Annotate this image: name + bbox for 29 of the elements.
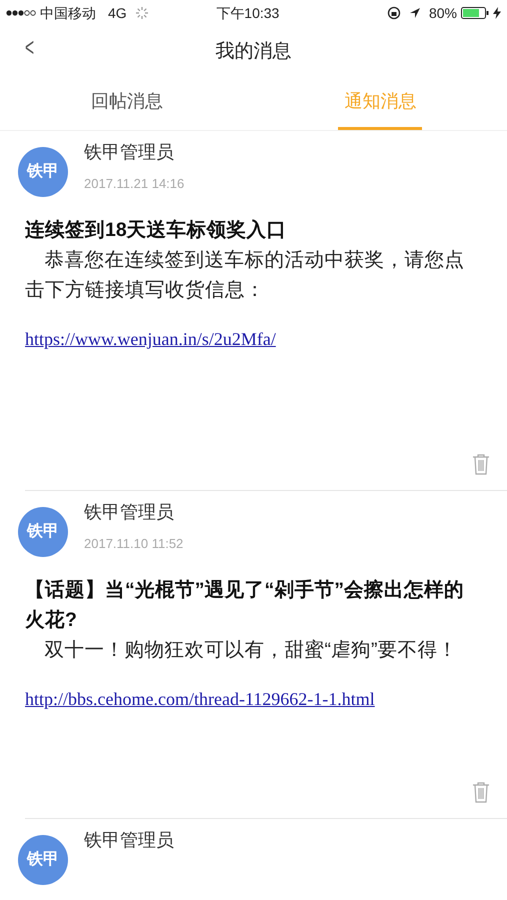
- carrier-name: 中国移动: [40, 4, 96, 22]
- message-link[interactable]: https://www.wenjuan.in/s/2u2Mfa/: [25, 326, 276, 353]
- battery-icon: [461, 7, 489, 19]
- sender-name: 铁甲管理员: [84, 501, 175, 524]
- message-body: 恭喜您在连续签到送车标的活动中获奖，请您点击下方链接填写收货信息：: [25, 248, 466, 303]
- charging-icon: [493, 7, 501, 19]
- status-time: 下午10:33: [216, 4, 280, 20]
- rotation-lock-icon: [386, 6, 401, 20]
- tab[interactable]: 回帖消息: [84, 78, 169, 130]
- message-body: 双十一！购物狂欢可以有，甜蜜“虐狗”要不得！: [44, 638, 458, 663]
- sender-name: 铁甲管理员: [84, 141, 175, 164]
- sender-name: 铁甲管理员: [84, 829, 174, 852]
- back-button[interactable]: <: [25, 34, 34, 60]
- message-date: 2017.11.21 14:16: [84, 175, 184, 193]
- avatar: 铁甲: [18, 835, 68, 885]
- trash-icon[interactable]: [471, 781, 491, 804]
- signal-icon: [6, 9, 36, 17]
- message-title: 连续签到18天送车标领奖入口: [25, 218, 288, 243]
- page-title: 我的消息: [216, 40, 292, 64]
- battery-percent: 80%: [428, 4, 457, 22]
- avatar: 铁甲: [18, 507, 68, 557]
- message-link[interactable]: http://bbs.cehome.com/thread-1129662-1-1.html: [25, 686, 375, 713]
- location-icon: [408, 7, 421, 19]
- network-type: 4G: [108, 4, 127, 22]
- message-date: 2017.11.10 11:52: [84, 535, 184, 553]
- avatar: 铁甲: [18, 147, 68, 197]
- spinner-icon: [134, 6, 149, 20]
- message-title: 【话题】当“光棍节”遇见了“剁手节”会擦出怎样的火花?: [25, 578, 465, 633]
- trash-icon[interactable]: [471, 453, 491, 476]
